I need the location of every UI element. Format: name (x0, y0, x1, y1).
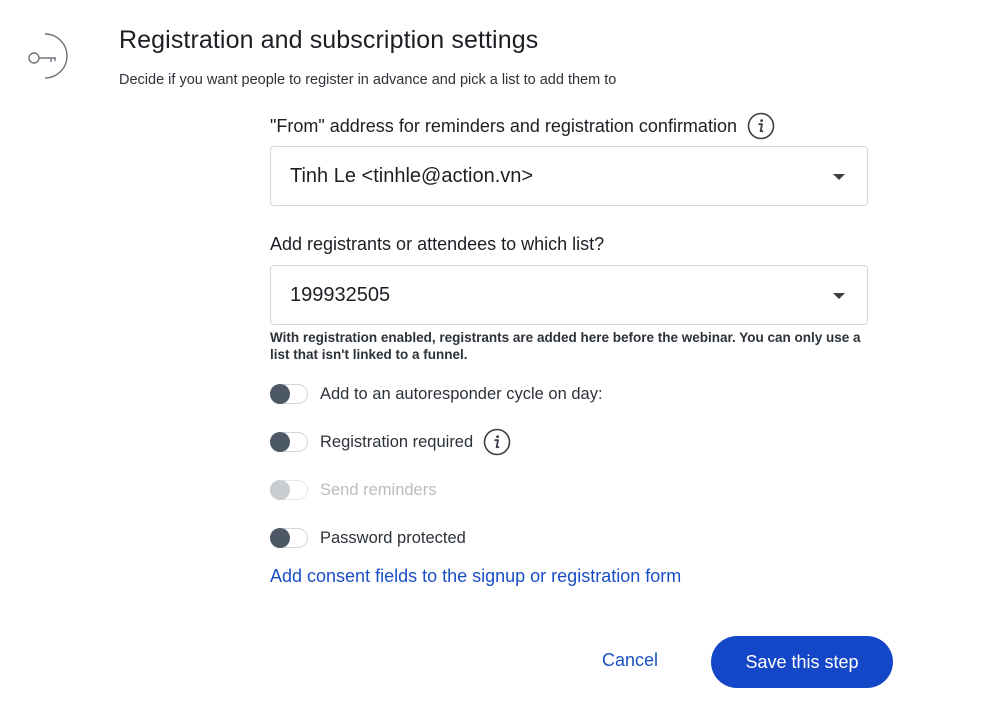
list-select[interactable]: 199932505 (270, 265, 868, 325)
send-reminders-toggle[interactable] (270, 480, 308, 500)
from-address-label-text: "From" address for reminders and registr… (270, 115, 737, 136)
toggle-row-registration-required: Registration required (270, 428, 870, 456)
list-helper-text: With registration enabled, registrants a… (270, 330, 861, 362)
send-reminders-label: Send reminders (320, 480, 437, 499)
toggle-knob (270, 384, 290, 404)
chevron-down-icon (833, 174, 845, 180)
autoresponder-toggle[interactable] (270, 384, 308, 404)
info-icon[interactable] (483, 428, 511, 456)
list-label: Add registrants or attendees to which li… (270, 233, 605, 254)
password-protected-toggle[interactable] (270, 528, 308, 548)
list-value: 199932505 (290, 283, 391, 306)
page-title: Registration and subscription settings (119, 26, 539, 54)
info-icon[interactable] (747, 112, 775, 140)
save-button[interactable]: Save this step (711, 636, 893, 688)
toggle-knob (270, 432, 290, 452)
from-address-label: "From" address for reminders and registr… (270, 112, 870, 140)
chevron-down-icon (833, 293, 845, 299)
toggle-row-send-reminders: Send reminders (270, 476, 870, 504)
registration-required-label: Registration required (320, 432, 474, 451)
toggle-row-password-protected: Password protected (270, 524, 870, 552)
toggle-knob (270, 528, 290, 548)
toggle-row-autoresponder: Add to an autoresponder cycle on day: (270, 380, 870, 408)
password-protected-label: Password protected (320, 528, 466, 547)
cancel-button[interactable]: Cancel (602, 650, 658, 671)
from-address-select[interactable]: Tinh Le <tinhle@action.vn> (270, 146, 868, 206)
page-subtitle: Decide if you want people to register in… (119, 72, 617, 88)
toggle-group: Add to an autoresponder cycle on day: Re… (270, 380, 870, 552)
from-address-value: Tinh Le <tinhle@action.vn> (290, 164, 534, 187)
settings-form: "From" address for reminders and registr… (270, 112, 870, 587)
registration-required-toggle[interactable] (270, 432, 308, 452)
consent-fields-link[interactable]: Add consent fields to the signup or regi… (270, 566, 681, 587)
key-icon (20, 26, 70, 80)
autoresponder-toggle-label: Add to an autoresponder cycle on day: (320, 384, 603, 403)
toggle-knob (270, 480, 290, 500)
